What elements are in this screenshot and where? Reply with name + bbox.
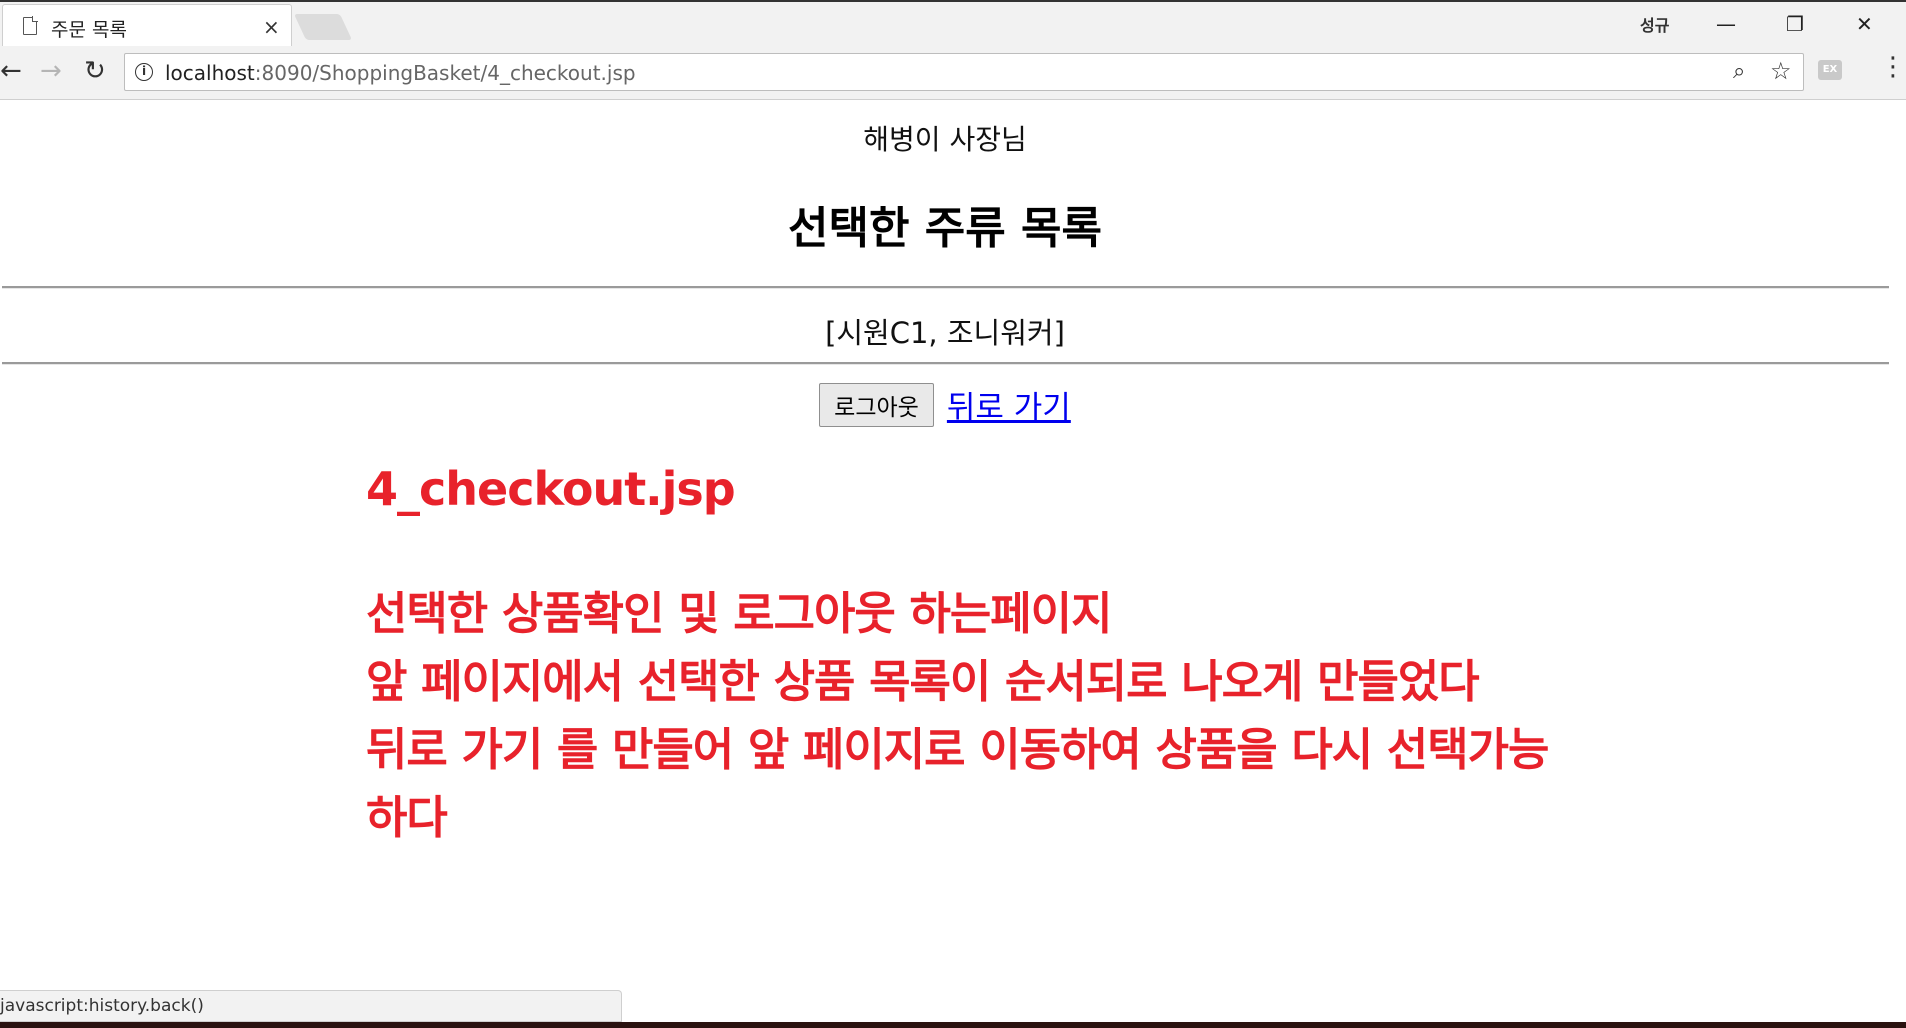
profile-name[interactable]: 성규 [1640,12,1669,36]
action-row: 로그아웃 뒤로 가기 [0,382,1890,427]
address-bar[interactable]: i localhost:8090/ShoppingBasket/4_checko… [124,53,1804,91]
page-title: 선택한 주류 목록 [788,203,1102,254]
divider [2,362,1889,365]
forward-arrow-icon[interactable]: → [40,56,62,86]
annotation-line: 하다 [366,791,448,844]
annotation-filename: 4_checkout.jsp [366,462,736,516]
close-tab-icon[interactable]: × [263,15,280,39]
annotation-line: 선택한 상품확인 및 로그아웃 하는페이지 [366,587,1112,640]
annotation-note: 4_checkout.jsp 선택한 상품확인 및 로그아웃 하는페이지 앞 페… [366,462,1666,852]
back-link[interactable]: 뒤로 가기 [947,382,1071,427]
annotation-line: 앞 페이지에서 선택한 상품 목록이 순서되로 나오게 만들었다 [366,655,1480,708]
selected-items-list: [시원C1, 조니워커] [825,316,1065,350]
browser-tab[interactable]: 주문 목록 × [2,4,292,48]
divider [2,286,1889,289]
document-icon [23,16,38,35]
close-window-icon[interactable]: ✕ [1856,12,1873,36]
minimize-icon[interactable]: — [1716,12,1736,36]
address-toolbar: ← → ↻ i localhost:8090/ShoppingBasket/4_… [0,46,1906,100]
url-text[interactable]: localhost:8090/ShoppingBasket/4_checkout… [165,61,636,85]
logout-button[interactable]: 로그아웃 [819,382,934,427]
info-icon[interactable]: i [135,63,153,81]
new-tab-button[interactable] [293,14,353,40]
taskbar-edge [0,1022,1906,1028]
menu-kebab-icon[interactable]: ⋮ [1880,54,1906,80]
browser-tab-strip: 주문 목록 × 성규 — ❐ ✕ [0,0,1906,48]
tab-title: 주문 목록 [51,19,127,41]
annotation-line: 뒤로 가기 를 만들어 앞 페이지로 이동하여 상품을 다시 선택가능 [366,723,1549,776]
restore-icon[interactable]: ❐ [1786,12,1804,36]
page-content: 해병이 사장님 선택한 주류 목록 [시원C1, 조니워커] 로그아웃 뒤로 가… [0,100,1906,1028]
back-arrow-icon[interactable]: ← [0,56,22,86]
zoom-icon[interactable]: ⌕ [1733,59,1745,84]
status-bubble: javascript:history.back() [0,990,622,1022]
greeting-text: 해병이 사장님 [863,123,1027,156]
bookmark-star-icon[interactable]: ☆ [1770,57,1792,85]
extension-icon[interactable]: EX [1818,60,1842,80]
reload-icon[interactable]: ↻ [84,56,106,86]
